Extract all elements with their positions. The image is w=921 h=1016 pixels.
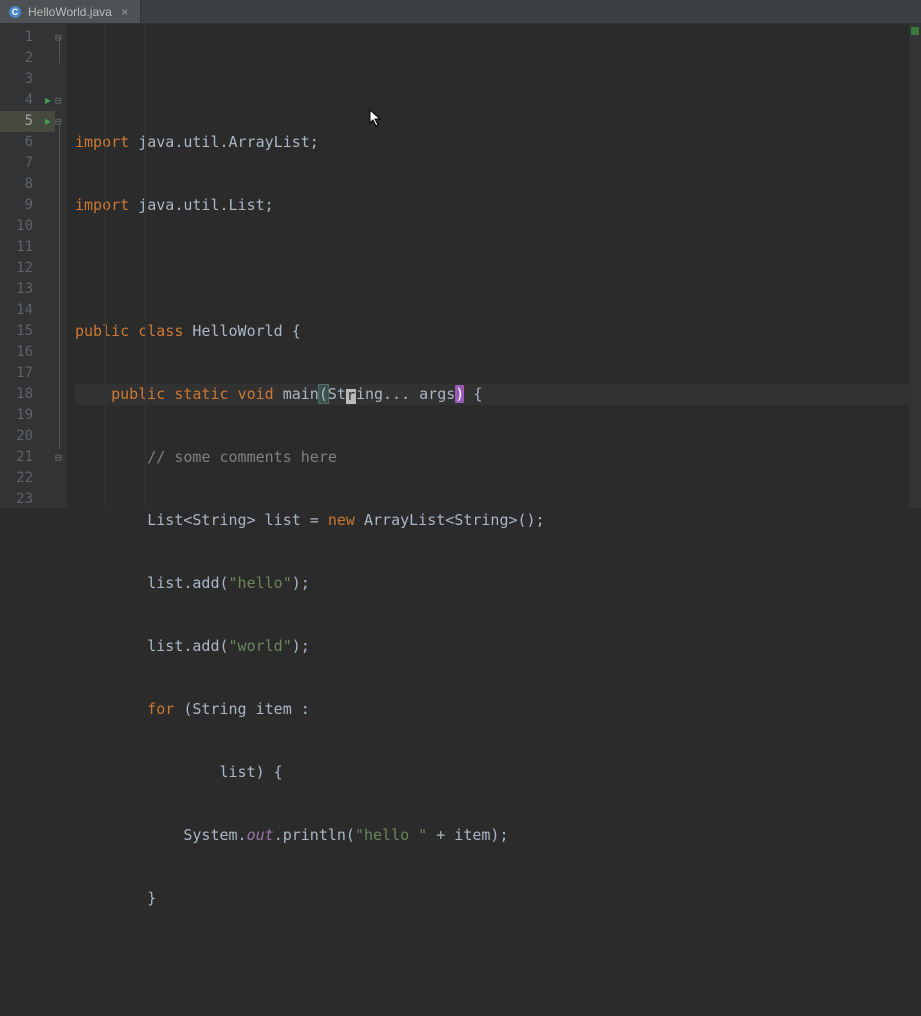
fold-handle-icon[interactable]: ⊟	[55, 90, 62, 111]
line-number: 16	[0, 342, 55, 363]
fold-column[interactable]: ⊟ ⊟ ⊟ ⊟	[55, 24, 67, 508]
code-line[interactable]: list) {	[75, 762, 921, 783]
run-marker-icon[interactable]: ▶	[45, 90, 51, 111]
code-line[interactable]: public static void main(String... args) …	[75, 384, 921, 405]
tab-filename: HelloWorld.java	[28, 5, 112, 19]
line-number: 3	[0, 69, 55, 90]
svg-text:C: C	[12, 7, 19, 17]
inspection-ok-icon	[911, 27, 919, 35]
tab-helloworld[interactable]: C HelloWorld.java ×	[0, 0, 141, 23]
code-line[interactable]: System.out.println("hello " + item);	[75, 825, 921, 846]
line-number: 17	[0, 363, 55, 384]
close-tab-icon[interactable]: ×	[118, 5, 132, 19]
fold-line	[59, 124, 60, 449]
code-line[interactable]	[75, 951, 921, 972]
line-number: 4▶	[0, 90, 55, 111]
code-area[interactable]: import java.util.ArrayList; import java.…	[67, 24, 921, 508]
fold-line	[59, 38, 60, 63]
code-line[interactable]: list.add("hello");	[75, 573, 921, 594]
indent-guide	[145, 24, 146, 508]
code-line[interactable]: // some comments here	[75, 1014, 921, 1016]
line-number-gutter[interactable]: 1 2 3 4▶ 5▶ 6 7 8 9 10 11 12 13 14 15 16…	[0, 24, 55, 508]
code-line[interactable]: for (String item :	[75, 699, 921, 720]
code-line[interactable]: import java.util.List;	[75, 195, 921, 216]
line-number: 21	[0, 447, 55, 468]
code-line[interactable]: public class HelloWorld {	[75, 321, 921, 342]
tab-bar: C HelloWorld.java ×	[0, 0, 921, 24]
line-number: 7	[0, 153, 55, 174]
line-number: 11	[0, 237, 55, 258]
line-number: 9	[0, 195, 55, 216]
line-number: 22	[0, 468, 55, 489]
run-marker-icon[interactable]: ▶	[45, 111, 51, 132]
error-stripe[interactable]	[909, 24, 921, 508]
text-caret: r	[346, 389, 356, 404]
line-number: 15	[0, 321, 55, 342]
line-number: 23	[0, 489, 55, 510]
line-number: 14	[0, 300, 55, 321]
indent-guide	[105, 24, 106, 508]
code-line[interactable]: }	[75, 888, 921, 909]
line-number: 20	[0, 426, 55, 447]
line-number: 13	[0, 279, 55, 300]
class-file-icon: C	[8, 5, 22, 19]
line-number: 12	[0, 258, 55, 279]
line-number: 5▶	[0, 111, 55, 132]
code-line[interactable]: list.add("world");	[75, 636, 921, 657]
code-line[interactable]: // some comments here	[75, 447, 921, 468]
fold-handle-icon[interactable]: ⊟	[55, 447, 62, 468]
line-number: 10	[0, 216, 55, 237]
code-line[interactable]: List<String> list = new ArrayList<String…	[75, 510, 921, 531]
line-number: 19	[0, 405, 55, 426]
code-line[interactable]	[75, 258, 921, 279]
line-number: 2	[0, 48, 55, 69]
line-number: 8	[0, 174, 55, 195]
code-line[interactable]: import java.util.ArrayList;	[75, 132, 921, 153]
line-number: 18	[0, 384, 55, 405]
editor-area: 1 2 3 4▶ 5▶ 6 7 8 9 10 11 12 13 14 15 16…	[0, 24, 921, 508]
line-number: 6	[0, 132, 55, 153]
line-number: 1	[0, 27, 55, 48]
mouse-cursor-icon	[369, 109, 383, 127]
